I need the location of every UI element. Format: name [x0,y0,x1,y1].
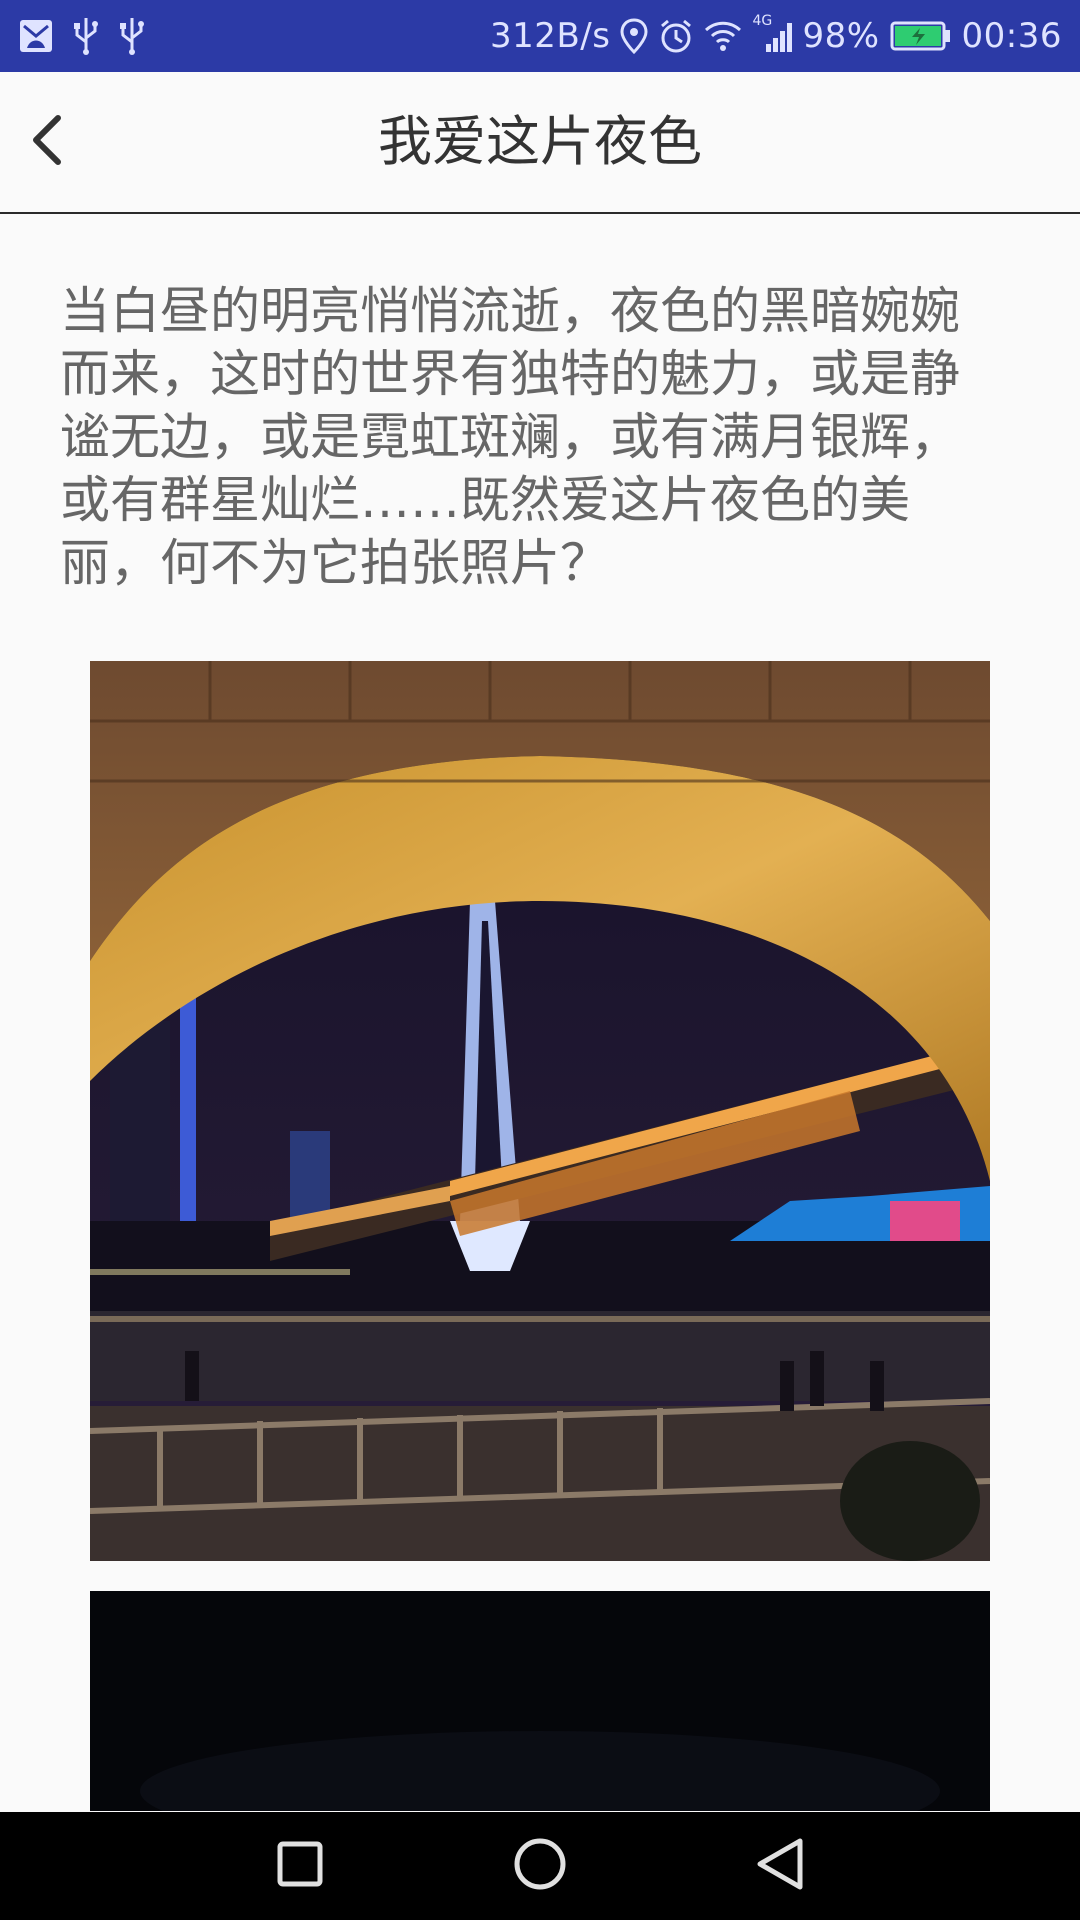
alarm-clock-icon [658,18,694,54]
status-bar: 312B/s 4G 98% 00:36 [0,0,1080,72]
signal-type-label: 4G [752,13,773,29]
system-navigation-bar [0,1812,1080,1920]
usb-icon [72,16,100,56]
status-bar-left [18,14,146,58]
night-bridge-under-arch-photo [90,661,990,1561]
app-bar: 我爱这片夜色 [0,72,1080,214]
battery-percent: 98% [802,16,880,56]
wifi-icon [704,20,742,52]
cellular-signal-icon: 4G [752,14,793,54]
app-notification-icon [18,18,54,54]
location-pin-icon [620,18,648,54]
network-speed: 312B/s [490,16,611,56]
page-title: 我爱这片夜色 [378,110,702,173]
status-bar-right: 312B/s 4G 98% 00:36 [490,14,1062,58]
intro-paragraph: 当白昼的明亮悄悄流逝，夜色的黑暗婉婉而来，这时的世界有独特的魅力，或是静谧无边，… [60,282,960,592]
recents-square-icon [276,1840,324,1892]
home-circle-icon [513,1837,567,1895]
home-button[interactable] [500,1826,580,1906]
recents-button[interactable] [260,1826,340,1906]
usb-icon [118,16,146,56]
clock-time: 00:36 [961,16,1062,56]
dark-night-photo [90,1591,990,1811]
battery-charging-icon [890,20,952,52]
back-triangle-icon [754,1837,806,1895]
system-back-button[interactable] [740,1826,820,1906]
